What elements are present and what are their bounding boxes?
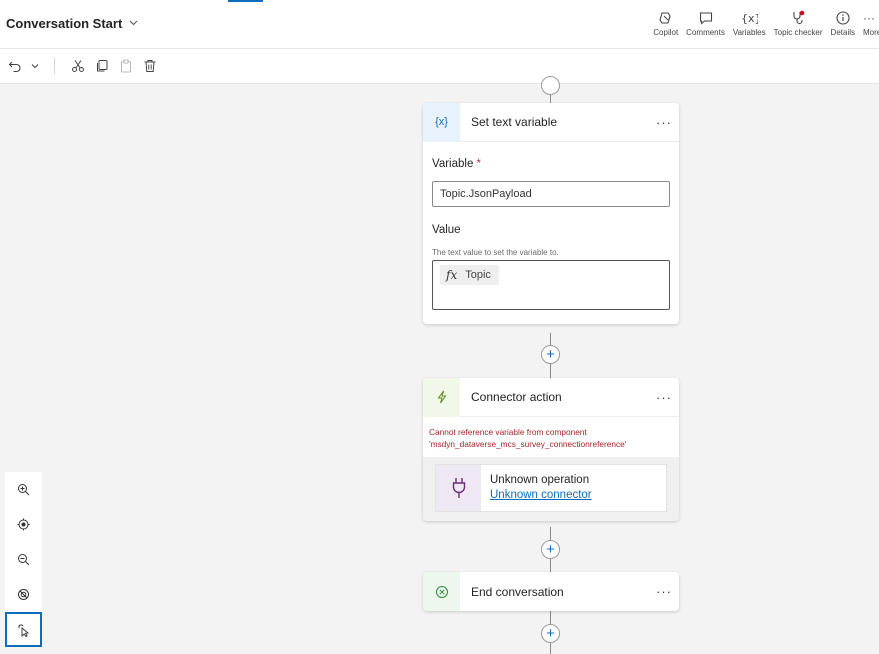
undo-icon xyxy=(8,61,21,73)
toolbar-divider xyxy=(54,58,55,74)
lightning-icon xyxy=(423,377,460,417)
formula-value: Topic xyxy=(465,269,491,281)
copy-button[interactable] xyxy=(91,55,113,77)
topic-title: Conversation Start xyxy=(6,16,123,31)
node-more-options-button[interactable]: ··· xyxy=(649,115,679,130)
cut-icon xyxy=(72,60,84,72)
value-formula-input[interactable]: fx Topic xyxy=(432,260,670,310)
info-icon xyxy=(835,8,851,28)
node-body: Variable * Topic.JsonPayload Value The t… xyxy=(423,142,679,324)
active-tab-indicator xyxy=(228,0,263,2)
node-more-options-button[interactable]: ··· xyxy=(649,584,679,599)
undo-history-dropdown[interactable] xyxy=(28,55,42,77)
stethoscope-icon xyxy=(790,8,806,28)
more-icon: ··· xyxy=(863,11,875,25)
add-node-button[interactable] xyxy=(541,76,560,95)
variable-label: Variable * xyxy=(432,158,482,170)
zoom-in-button[interactable] xyxy=(5,472,42,507)
canvas-toolbar xyxy=(0,49,879,84)
svg-text:{x}: {x} xyxy=(741,12,758,25)
value-label: Value xyxy=(432,224,461,236)
paste-button[interactable] xyxy=(115,55,137,77)
undo-button[interactable] xyxy=(4,55,26,77)
delete-button[interactable] xyxy=(139,55,161,77)
zoom-out-button[interactable] xyxy=(5,542,42,577)
more-button[interactable]: ··· More xyxy=(859,8,879,37)
header-tools: Copilot Comments {x} Variables Topic che… xyxy=(649,8,879,37)
node-more-options-button[interactable]: ··· xyxy=(649,390,679,405)
node-header: Connector action ··· xyxy=(423,377,679,417)
node-title: End conversation xyxy=(471,584,564,599)
add-node-button[interactable]: + xyxy=(541,540,560,559)
delete-icon xyxy=(144,60,156,72)
minimap-toggle-button[interactable] xyxy=(5,577,42,612)
connector-error-message: Cannot reference variable from component… xyxy=(429,427,627,450)
required-mark: * xyxy=(476,158,482,170)
variable-selector-input[interactable]: Topic.JsonPayload xyxy=(432,181,670,207)
node-header: End conversation ··· xyxy=(423,572,679,611)
add-node-button[interactable]: + xyxy=(541,345,560,364)
variable-icon: {x} xyxy=(423,102,460,142)
node-header: {x} Set text variable ··· xyxy=(423,102,679,142)
fx-icon: fx xyxy=(446,268,458,282)
operation-name: Unknown operation xyxy=(490,473,590,486)
select-tool-button[interactable] xyxy=(5,612,42,647)
end-conversation-node[interactable]: End conversation ··· xyxy=(423,572,679,611)
connector-details: Unknown operation Unknown connector xyxy=(423,457,679,522)
connector-action-node[interactable]: Connector action ··· Cannot reference va… xyxy=(423,377,679,522)
topic-checker-button[interactable]: Topic checker xyxy=(770,8,827,37)
zoom-in-icon xyxy=(18,484,30,496)
plug-icon xyxy=(436,465,481,512)
value-hint: The text value to set the variable to. xyxy=(432,248,559,257)
add-node-button[interactable]: + xyxy=(541,624,560,643)
variables-button[interactable]: {x} Variables xyxy=(729,8,770,37)
copy-icon xyxy=(97,60,108,72)
formula-chip[interactable]: fx Topic xyxy=(440,265,499,285)
node-title: Connector action xyxy=(471,390,562,404)
comment-icon xyxy=(698,8,714,28)
fit-view-icon xyxy=(17,518,30,531)
fit-view-button[interactable] xyxy=(5,507,42,542)
select-pointer-icon xyxy=(17,623,29,637)
canvas-zoom-controls xyxy=(5,472,42,647)
connector-card[interactable]: Unknown operation Unknown connector xyxy=(435,464,667,513)
end-conversation-icon xyxy=(423,572,460,611)
paste-icon xyxy=(121,59,131,73)
copilot-button[interactable]: Copilot xyxy=(649,8,682,37)
variables-icon: {x} xyxy=(740,8,758,28)
chevron-down-icon xyxy=(31,64,39,69)
zoom-out-icon xyxy=(18,554,30,566)
authoring-canvas[interactable]: {x} Set text variable ··· Variable * Top… xyxy=(0,76,879,654)
set-text-variable-node[interactable]: {x} Set text variable ··· Variable * Top… xyxy=(423,102,679,324)
topic-header: Conversation Start Copilot Comments {x} … xyxy=(0,0,879,49)
connector-info: Unknown operation Unknown connector xyxy=(481,473,592,504)
cut-button[interactable] xyxy=(67,55,89,77)
node-title: Set text variable xyxy=(471,115,558,129)
minimap-off-icon xyxy=(18,589,29,600)
chevron-down-icon xyxy=(128,17,139,31)
topic-title-dropdown[interactable]: Conversation Start xyxy=(6,16,139,31)
details-button[interactable]: Details xyxy=(827,8,859,37)
connector-link[interactable]: Unknown connector xyxy=(490,488,592,504)
copilot-icon xyxy=(658,8,674,28)
comments-button[interactable]: Comments xyxy=(682,8,729,37)
